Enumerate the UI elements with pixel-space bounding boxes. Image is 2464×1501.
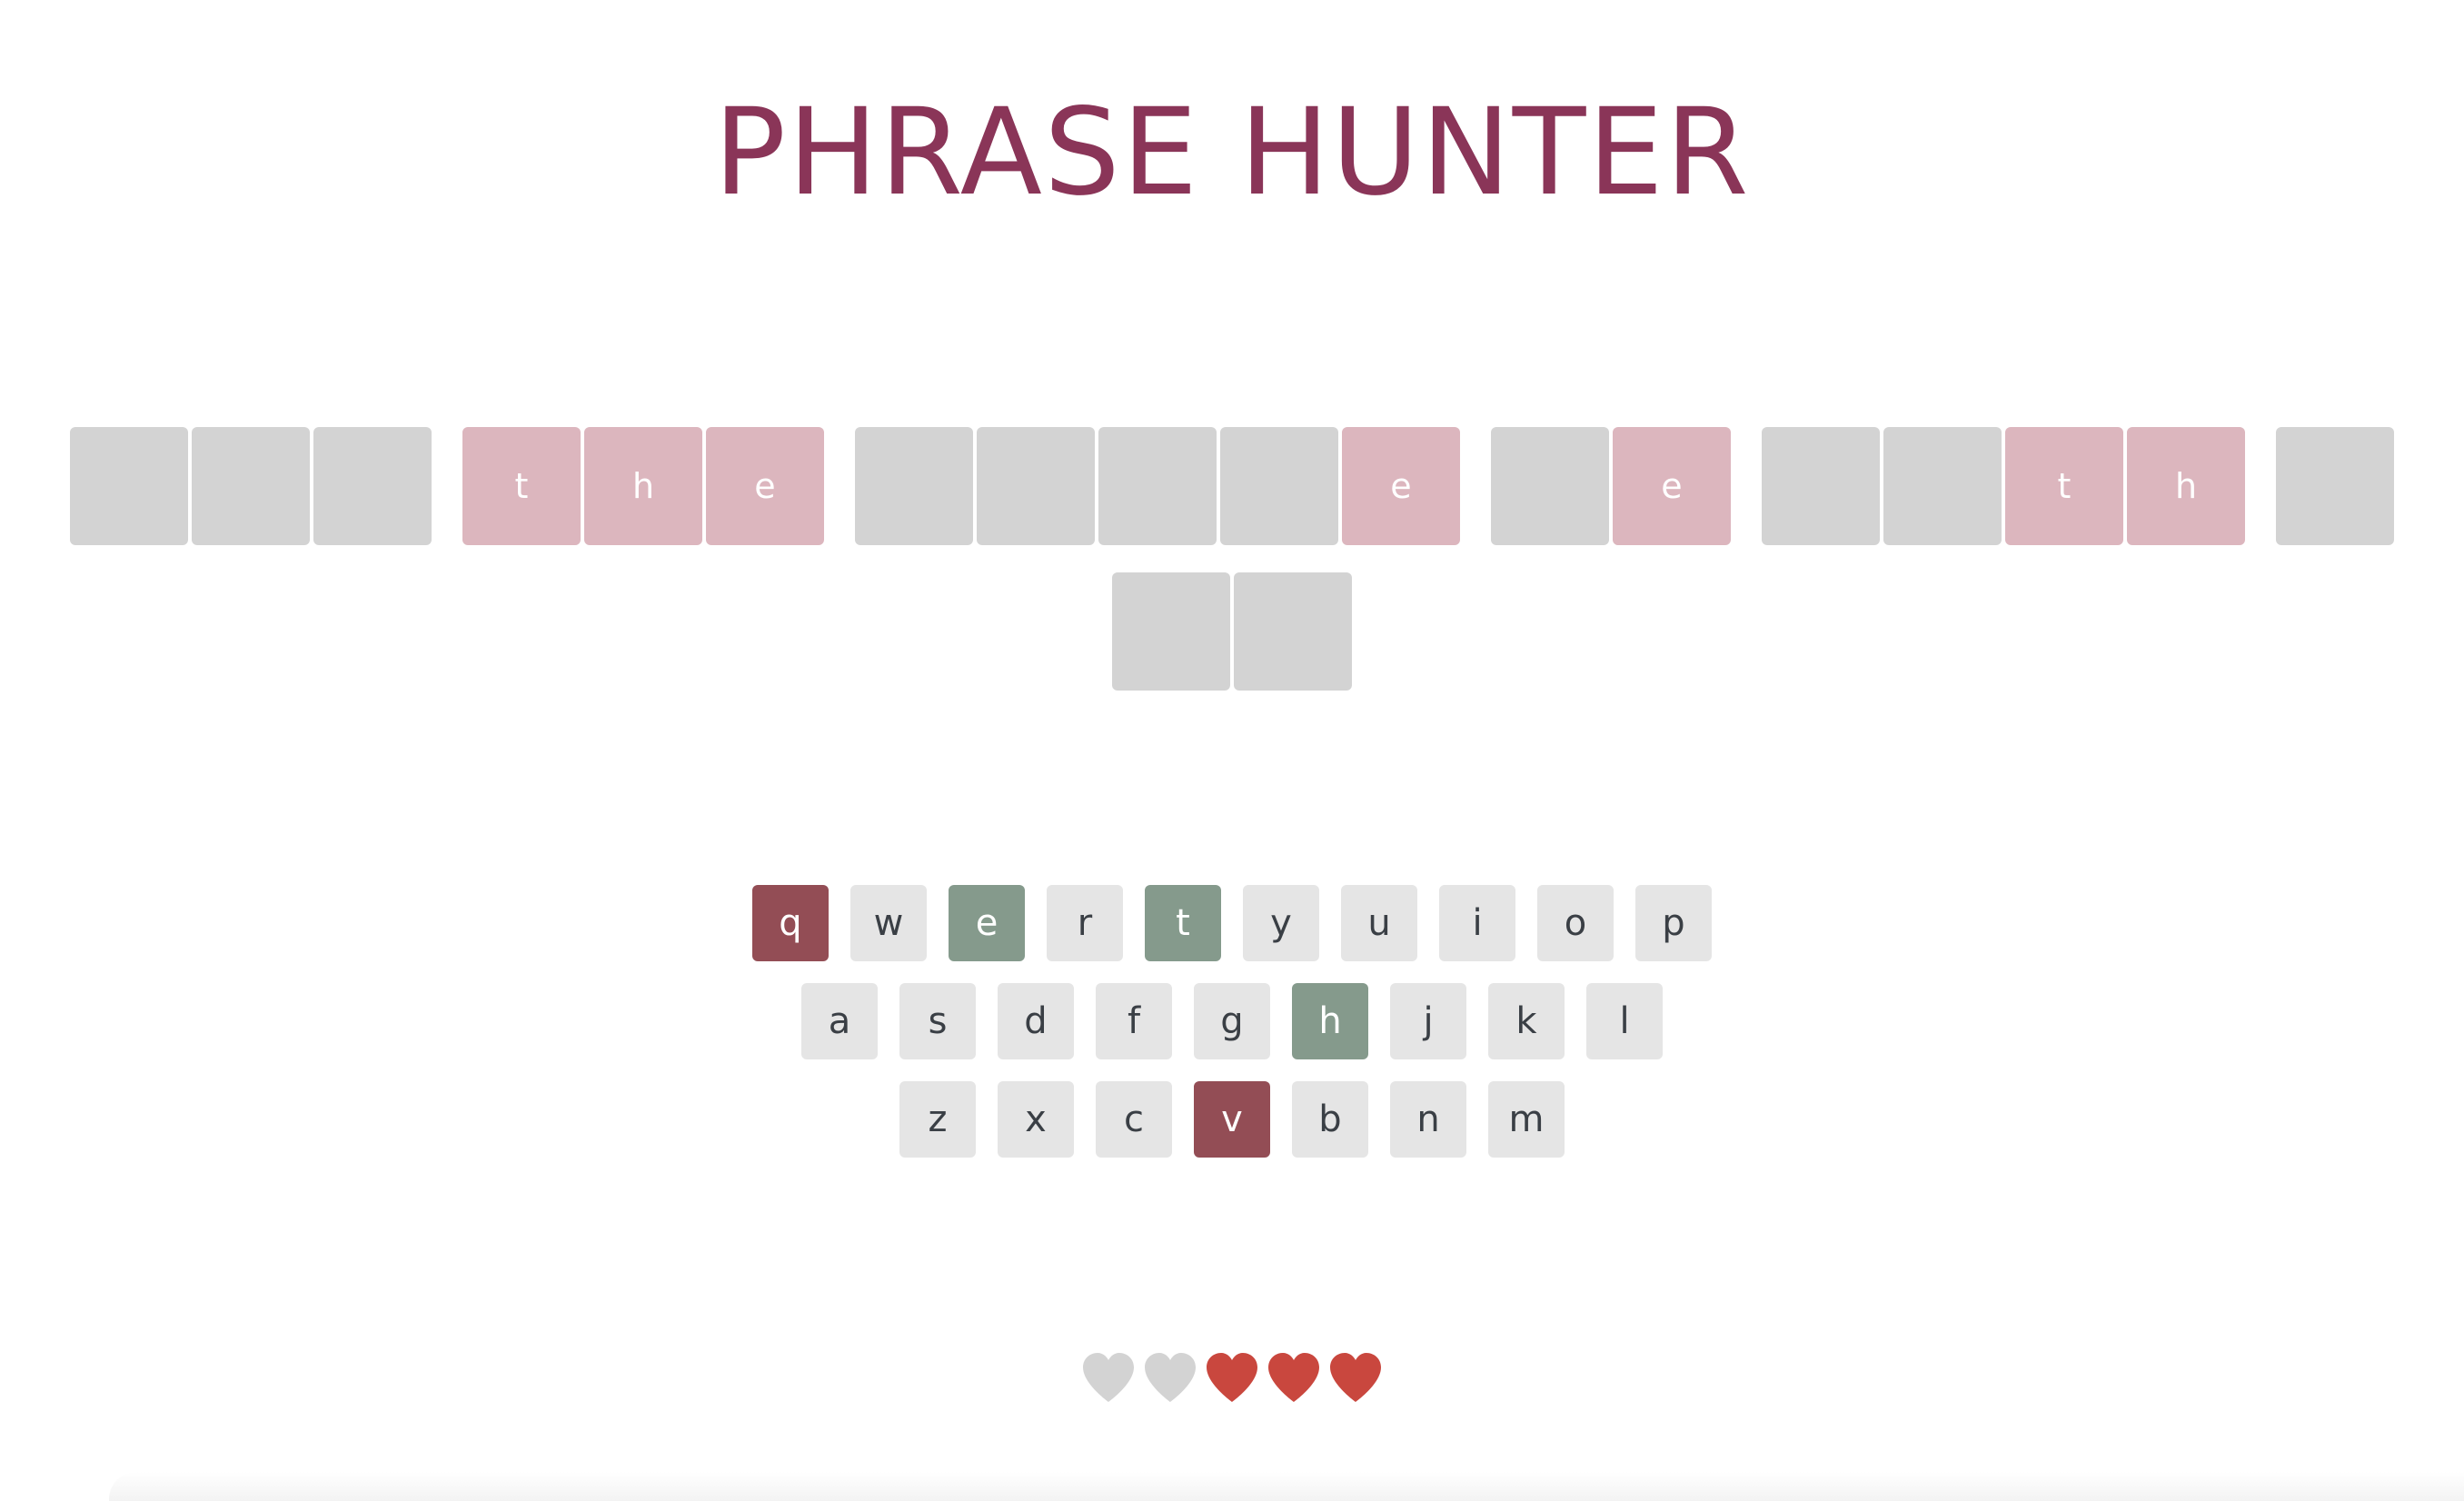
- key-h[interactable]: h: [1292, 983, 1368, 1059]
- letter-tile-hidden: [1491, 427, 1609, 545]
- letter-tile-hidden: [192, 427, 310, 545]
- bottom-panel-edge: [109, 1472, 2464, 1501]
- letter-tile-revealed: t: [462, 427, 581, 545]
- phrase-row: [0, 572, 2464, 691]
- key-d[interactable]: d: [998, 983, 1074, 1059]
- key-e[interactable]: e: [949, 885, 1025, 961]
- game-screen: PHRASE HUNTER theeeth qwertyuiop asdfghj…: [0, 0, 2464, 1501]
- key-v[interactable]: v: [1194, 1081, 1270, 1158]
- letter-tile-hidden: [1112, 572, 1230, 691]
- keyboard-row: zxcvbnm: [0, 1081, 2464, 1158]
- key-n[interactable]: n: [1390, 1081, 1466, 1158]
- key-k[interactable]: k: [1488, 983, 1565, 1059]
- phrase-word: e: [855, 427, 1460, 545]
- letter-tile-hidden: [1098, 427, 1217, 545]
- key-y[interactable]: y: [1243, 885, 1319, 961]
- key-g[interactable]: g: [1194, 983, 1270, 1059]
- letter-tile-hidden: [70, 427, 188, 545]
- key-f[interactable]: f: [1096, 983, 1172, 1059]
- page-title: PHRASE HUNTER: [713, 83, 1751, 223]
- letter-tile-hidden: [1234, 572, 1352, 691]
- phrase-row: theeeth: [0, 427, 2464, 545]
- letter-tile-hidden: [1220, 427, 1338, 545]
- key-i[interactable]: i: [1439, 885, 1515, 961]
- phrase-word: [70, 427, 432, 545]
- heart-icon: [1326, 1345, 1385, 1408]
- keyboard-row: asdfghjkl: [0, 983, 2464, 1059]
- lives-scoreboard: [0, 1345, 2464, 1408]
- phrase-word: [1112, 572, 1352, 691]
- heart-lost-icon: [1079, 1345, 1138, 1408]
- letter-tile-hidden: [1883, 427, 2002, 545]
- key-o[interactable]: o: [1537, 885, 1614, 961]
- key-u[interactable]: u: [1341, 885, 1417, 961]
- key-s[interactable]: s: [899, 983, 976, 1059]
- key-w[interactable]: w: [850, 885, 927, 961]
- key-c[interactable]: c: [1096, 1081, 1172, 1158]
- key-j[interactable]: j: [1390, 983, 1466, 1059]
- letter-tile-hidden: [1762, 427, 1880, 545]
- key-x[interactable]: x: [998, 1081, 1074, 1158]
- letter-tile-revealed: h: [2127, 427, 2245, 545]
- letter-tile-revealed: e: [706, 427, 824, 545]
- key-a[interactable]: a: [801, 983, 878, 1059]
- letter-tile-revealed: e: [1613, 427, 1731, 545]
- key-l[interactable]: l: [1586, 983, 1663, 1059]
- phrase-word: th: [1762, 427, 2245, 545]
- letter-tile-revealed: e: [1342, 427, 1460, 545]
- key-r[interactable]: r: [1047, 885, 1123, 961]
- heart-icon: [1265, 1345, 1323, 1408]
- letter-tile-revealed: h: [584, 427, 702, 545]
- key-q[interactable]: q: [752, 885, 829, 961]
- heart-icon: [1203, 1345, 1261, 1408]
- phrase-word: the: [462, 427, 824, 545]
- key-m[interactable]: m: [1488, 1081, 1565, 1158]
- phrase-word: [2276, 427, 2394, 545]
- letter-tile-hidden: [977, 427, 1095, 545]
- key-b[interactable]: b: [1292, 1081, 1368, 1158]
- letter-tile-revealed: t: [2005, 427, 2123, 545]
- letter-tile-hidden: [2276, 427, 2394, 545]
- heart-lost-icon: [1141, 1345, 1199, 1408]
- keyboard-row: qwertyuiop: [0, 885, 2464, 961]
- key-p[interactable]: p: [1635, 885, 1712, 961]
- letter-tile-hidden: [313, 427, 432, 545]
- phrase-word: e: [1491, 427, 1731, 545]
- letter-tile-hidden: [855, 427, 973, 545]
- key-t[interactable]: t: [1145, 885, 1221, 961]
- key-z[interactable]: z: [899, 1081, 976, 1158]
